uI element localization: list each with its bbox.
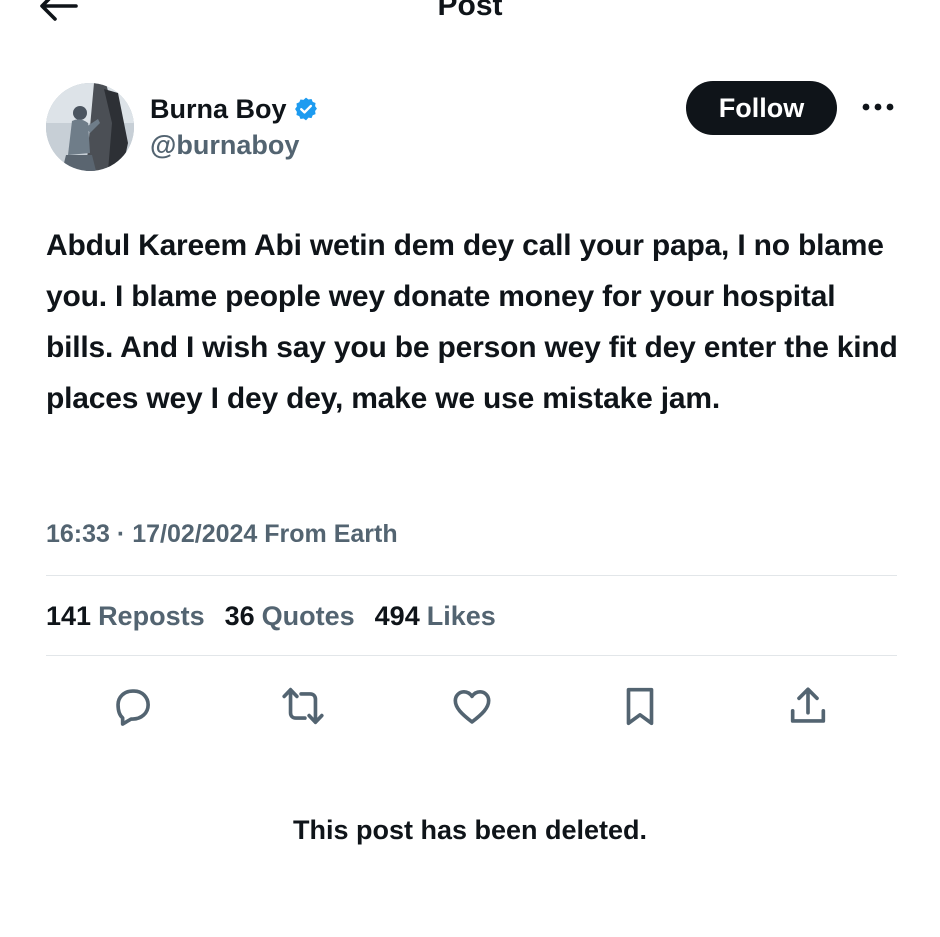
ellipsis-icon [862,103,894,111]
quotes-count: 36 [224,601,255,631]
share-icon [790,687,826,723]
reply-icon [116,689,150,726]
post-text: Abdul Kareem Abi wetin dem dey call your… [46,229,898,415]
post-meta: 16:33 · 17/02/2024 From Earth [46,514,398,554]
author-name[interactable]: Burna Boy [150,92,319,126]
post-date[interactable]: 17/02/2024 [132,520,257,548]
author-name-text: Burna Boy [150,94,287,124]
likes-stat[interactable]: 494 Likes [375,596,496,636]
like-icon [453,689,491,724]
avatar-image [46,83,134,171]
quotes-stat[interactable]: 36 Quotes [225,596,355,636]
divider [46,575,897,576]
verified-badge-icon [293,96,319,122]
post-source: From Earth [264,520,398,548]
bookmark-icon [626,687,654,726]
post-stats: 141 Reposts 36 Quotes 494 Likes [46,596,516,636]
post-time[interactable]: 16:33 [46,520,110,548]
avatar[interactable] [46,83,134,171]
more-options-button[interactable] [856,92,900,122]
reposts-label: Reposts [98,601,205,631]
reply-button[interactable] [107,680,159,732]
author-handle[interactable]: @burnaboy [150,128,299,162]
divider [46,655,897,656]
like-button[interactable] [446,680,498,732]
likes-count: 494 [374,601,420,631]
repost-icon [282,687,324,725]
meta-separator: · [116,520,126,548]
bookmark-button[interactable] [614,680,666,732]
quotes-label: Quotes [261,601,355,631]
likes-label: Likes [426,601,496,631]
reposts-stat[interactable]: 141 Reposts [46,596,205,636]
deleted-notice: This post has been deleted. [292,815,648,845]
reposts-count: 141 [46,601,92,631]
page-title: Post [437,0,503,22]
follow-button[interactable]: Follow [686,81,837,135]
share-button[interactable] [782,680,834,732]
repost-button[interactable] [277,680,329,732]
